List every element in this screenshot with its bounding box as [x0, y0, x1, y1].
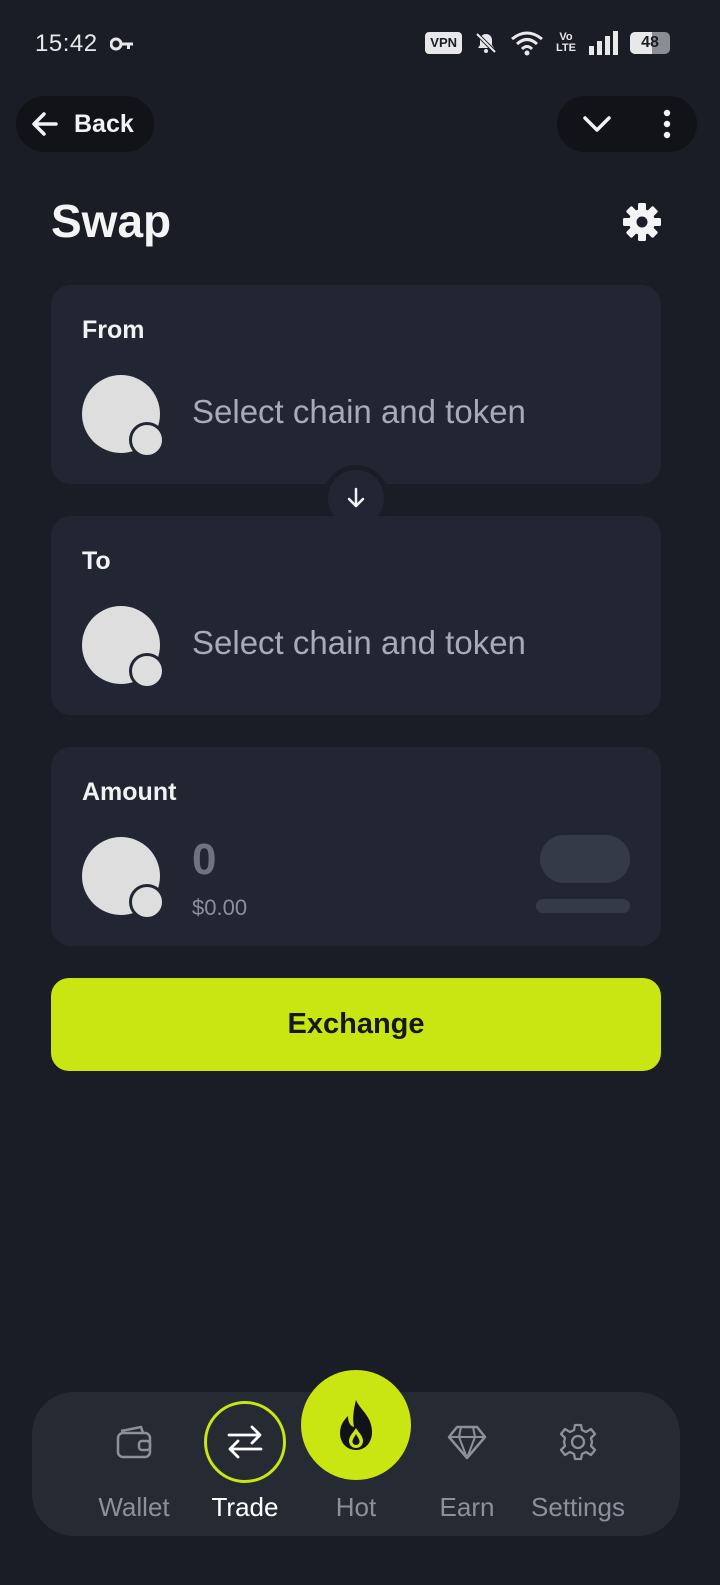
from-chain-avatar — [129, 422, 165, 458]
status-icons: VPN Vo LTE 48 — [425, 30, 670, 56]
to-select-token[interactable]: Select chain and token — [192, 624, 526, 662]
trade-active-ring — [204, 1401, 286, 1483]
wifi-icon — [511, 31, 543, 56]
page-title: Swap — [51, 195, 172, 247]
amount-token-avatar — [82, 837, 165, 920]
amount-input[interactable]: 0 — [192, 835, 216, 885]
battery-icon: 48 — [630, 32, 670, 54]
gear-icon — [559, 1423, 597, 1461]
nav-trade-label: Trade — [211, 1492, 279, 1522]
bell-muted-icon — [475, 32, 497, 54]
more-vertical-icon[interactable] — [662, 109, 672, 139]
swap-arrows-icon — [227, 1425, 263, 1459]
vpn-badge: VPN — [425, 32, 463, 54]
amount-card: Amount 0 $0.00 — [51, 747, 661, 946]
from-label: From — [82, 316, 145, 344]
to-chain-avatar — [129, 653, 165, 689]
to-token-avatar — [82, 606, 165, 689]
vpn-key-icon — [110, 37, 133, 51]
nav-settings-label: Settings — [531, 1492, 625, 1522]
nav-trade[interactable]: Trade — [190, 1392, 300, 1536]
nav-settings[interactable]: Settings — [523, 1392, 633, 1536]
nav-hot-label: Hot — [335, 1492, 377, 1522]
status-time: 15:42 — [35, 30, 98, 57]
chevron-down-icon[interactable] — [582, 114, 612, 134]
nav-earn[interactable]: Earn — [412, 1392, 522, 1536]
to-label: To — [82, 547, 111, 575]
balance-skeleton-line — [536, 899, 630, 913]
balance-skeleton — [540, 835, 630, 883]
from-select-token[interactable]: Select chain and token — [192, 393, 526, 431]
flame-icon — [340, 1400, 372, 1450]
diamond-icon — [447, 1425, 487, 1460]
signal-icon — [589, 31, 618, 55]
exchange-button[interactable]: Exchange — [51, 978, 661, 1071]
volte-indicator: Vo LTE — [556, 31, 576, 54]
to-card[interactable]: To Select chain and token — [51, 516, 661, 715]
wallet-icon — [116, 1425, 152, 1459]
arrow-left-icon — [32, 112, 58, 136]
settings-gear-icon[interactable] — [622, 202, 662, 242]
nav-wallet[interactable]: Wallet — [79, 1392, 189, 1536]
amount-usd-value: $0.00 — [192, 895, 248, 920]
nav-earn-label: Earn — [439, 1492, 495, 1522]
amount-chain-avatar — [129, 884, 165, 920]
nav-wallet-label: Wallet — [98, 1492, 170, 1522]
header-actions — [557, 96, 697, 152]
arrow-down-icon — [347, 487, 365, 508]
back-label: Back — [74, 109, 134, 138]
from-card[interactable]: From Select chain and token — [51, 285, 661, 484]
amount-label: Amount — [82, 778, 177, 806]
from-token-avatar — [82, 375, 165, 458]
back-button[interactable]: Back — [16, 96, 154, 152]
hot-button[interactable] — [301, 1370, 411, 1480]
